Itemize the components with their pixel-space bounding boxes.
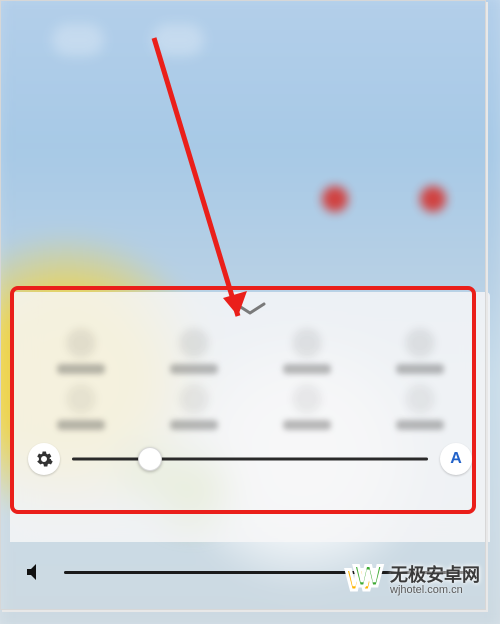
quick-tile[interactable]	[156, 384, 232, 430]
status-pill	[52, 24, 104, 56]
quick-tile[interactable]	[43, 328, 119, 374]
tile-icon	[292, 384, 322, 414]
quick-tile[interactable]	[43, 384, 119, 430]
quick-tile[interactable]	[269, 384, 345, 430]
tile-label	[57, 364, 105, 374]
tile-label	[170, 364, 218, 374]
tile-icon	[66, 384, 96, 414]
app-badge	[420, 186, 446, 212]
auto-brightness-button[interactable]: A	[440, 443, 472, 475]
tiles-row-2	[24, 384, 476, 430]
brightness-slider[interactable]	[72, 449, 428, 469]
tile-icon	[405, 328, 435, 358]
tile-label	[396, 420, 444, 430]
tile-icon	[179, 384, 209, 414]
quick-tile[interactable]	[269, 328, 345, 374]
quick-settings-panel: A	[10, 292, 490, 542]
slider-track	[72, 458, 428, 461]
slider-thumb[interactable]	[138, 447, 162, 471]
tile-icon	[179, 328, 209, 358]
tiles-row-1	[24, 328, 476, 374]
tile-label	[283, 364, 331, 374]
brightness-settings-button[interactable]	[28, 443, 60, 475]
watermark: W W 无极安卓网 wjhotel.com.cn	[342, 560, 488, 602]
tile-label	[170, 420, 218, 430]
speaker-icon	[24, 560, 48, 584]
tile-label	[396, 364, 444, 374]
auto-brightness-label: A	[450, 450, 462, 468]
expand-handle[interactable]	[230, 300, 270, 318]
quick-tile[interactable]	[156, 328, 232, 374]
tile-icon	[292, 328, 322, 358]
brightness-row: A	[24, 440, 476, 478]
gear-icon	[35, 450, 53, 468]
status-pill	[152, 24, 204, 56]
chevron-down-icon	[230, 301, 270, 317]
tile-label	[57, 420, 105, 430]
tile-icon	[66, 328, 96, 358]
quick-tile[interactable]	[382, 328, 458, 374]
watermark-logo: W W	[346, 564, 382, 598]
app-badge	[322, 186, 348, 212]
quick-tile[interactable]	[382, 384, 458, 430]
watermark-url: wjhotel.com.cn	[390, 585, 480, 597]
tile-label	[283, 420, 331, 430]
tile-icon	[405, 384, 435, 414]
watermark-title: 无极安卓网	[390, 566, 480, 585]
